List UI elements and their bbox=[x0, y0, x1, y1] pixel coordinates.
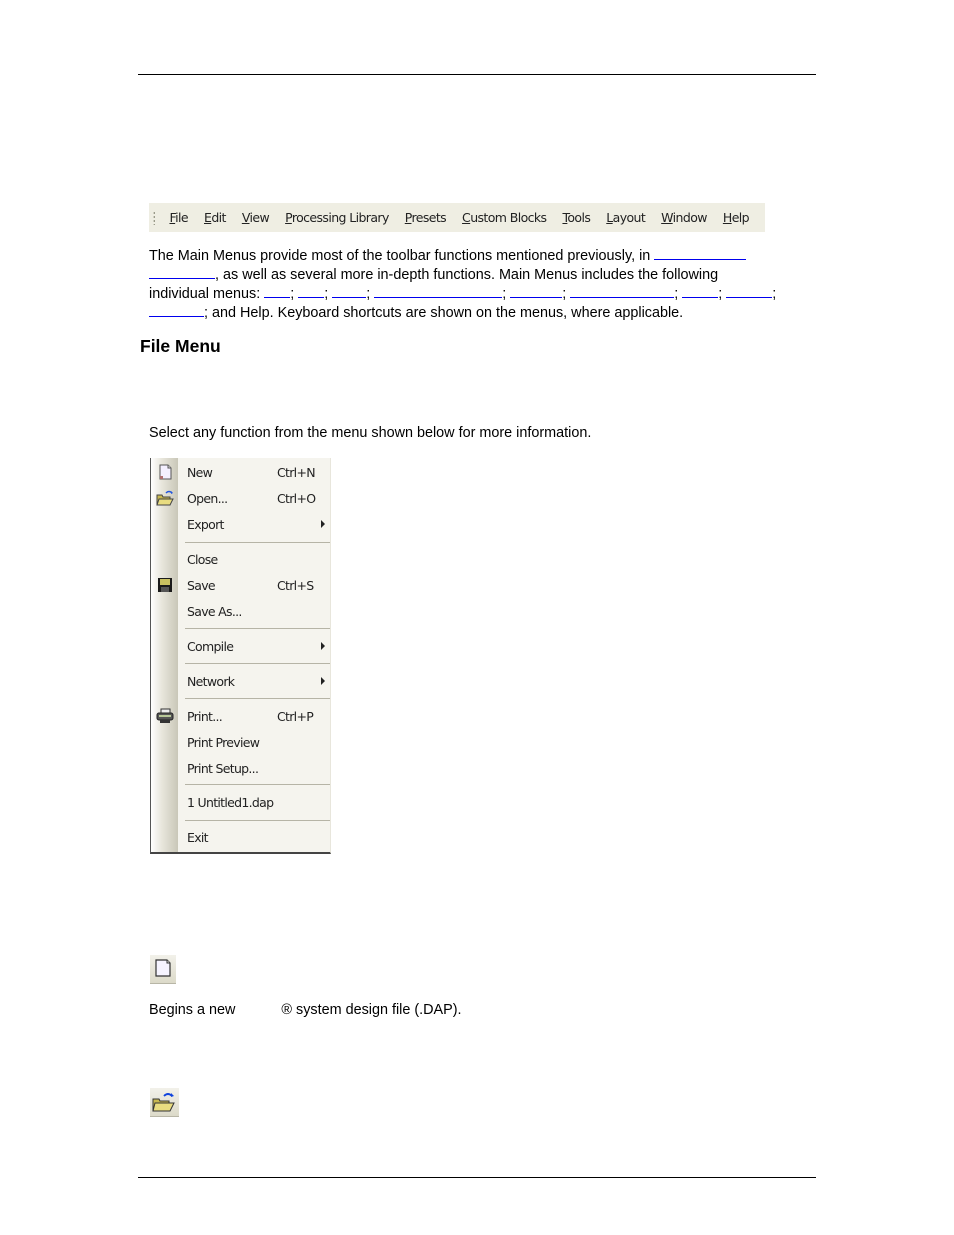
link-edit-menu[interactable] bbox=[298, 284, 325, 298]
open-folder-icon bbox=[152, 1093, 175, 1112]
new-document-icon bbox=[159, 464, 172, 480]
intro-text-1: The Main Menus provide most of the toolb… bbox=[149, 248, 655, 264]
menu-separator bbox=[185, 663, 330, 664]
menu-item-exit[interactable]: Exit bbox=[151, 826, 330, 848]
file-menu-image: New Ctrl+N Open... Ctrl+O Export Close S… bbox=[150, 458, 331, 854]
new-description-text: Begins a new bbox=[149, 1002, 236, 1018]
link-custom-blocks-menu[interactable] bbox=[570, 284, 675, 298]
separator: ; bbox=[366, 286, 371, 302]
menu-edit[interactable]: Edit bbox=[204, 210, 226, 225]
menu-separator bbox=[185, 698, 330, 699]
menu-item-label: Print Preview bbox=[187, 734, 260, 750]
menu-tools[interactable]: Tools bbox=[562, 210, 590, 225]
link-view-menu[interactable] bbox=[332, 284, 367, 298]
submenu-arrow-icon bbox=[321, 520, 325, 528]
menu-item-export[interactable]: Export bbox=[151, 513, 330, 535]
link-layout-menu[interactable] bbox=[726, 284, 773, 298]
open-folder-icon bbox=[156, 490, 174, 506]
menu-item-shortcut: Ctrl+O bbox=[277, 490, 316, 506]
menu-help[interactable]: Help bbox=[723, 210, 750, 225]
menu-item-compile[interactable]: Compile bbox=[151, 635, 330, 657]
menu-item-print[interactable]: Print... Ctrl+P bbox=[151, 705, 330, 727]
menu-file[interactable]: File bbox=[169, 210, 188, 225]
menu-presets[interactable]: Presets bbox=[405, 210, 447, 225]
new-toolbar-button bbox=[150, 955, 176, 984]
separator: ; bbox=[674, 286, 679, 302]
new-document-icon bbox=[155, 959, 171, 977]
intro-text-2: , as well as several more in-depth funct… bbox=[215, 267, 719, 283]
separator: ; bbox=[718, 286, 723, 302]
menu-item-label: Exit bbox=[187, 829, 209, 845]
menu-view[interactable]: View bbox=[242, 210, 270, 225]
menu-separator bbox=[185, 628, 330, 629]
menu-separator bbox=[185, 820, 330, 821]
menu-item-label: New bbox=[187, 464, 213, 480]
menu-item-shortcut: Ctrl+P bbox=[277, 708, 314, 724]
link-tools-menu[interactable] bbox=[682, 284, 719, 298]
link-window-menu[interactable] bbox=[149, 303, 204, 317]
printer-icon bbox=[156, 708, 174, 723]
menu-item-open[interactable]: Open... Ctrl+O bbox=[151, 487, 330, 509]
header-rule bbox=[138, 74, 816, 75]
link-processing-library-menu[interactable] bbox=[374, 284, 503, 298]
menu-item-label: Save As... bbox=[187, 603, 242, 619]
menu-window[interactable]: Window bbox=[661, 210, 707, 225]
menu-item-new[interactable]: New Ctrl+N bbox=[151, 461, 330, 483]
menu-item-shortcut: Ctrl+N bbox=[277, 464, 316, 480]
menu-processing-library[interactable]: Processing Library bbox=[285, 210, 389, 225]
file-menu-heading: File Menu bbox=[140, 336, 221, 356]
separator: ; bbox=[324, 286, 329, 302]
new-description: Begins a new ® system design file (.DAP). bbox=[149, 1001, 462, 1019]
separator: ; bbox=[562, 286, 567, 302]
menu-item-network[interactable]: Network bbox=[151, 670, 330, 692]
link-toolbars-cont[interactable] bbox=[149, 265, 215, 279]
menu-separator bbox=[185, 542, 330, 543]
intro-paragraph: The Main Menus provide most of the toolb… bbox=[149, 246, 809, 322]
submenu-arrow-icon bbox=[321, 642, 325, 650]
menu-item-label: Export bbox=[187, 516, 224, 532]
select-instruction: Select any function from the menu shown … bbox=[149, 425, 592, 441]
separator: ; bbox=[772, 286, 777, 302]
menu-item-label: Print Setup... bbox=[187, 760, 259, 776]
menu-item-label: Network bbox=[187, 673, 235, 689]
separator: ; bbox=[290, 286, 295, 302]
menu-item-print-preview[interactable]: Print Preview bbox=[151, 731, 330, 753]
menu-item-label: 1 Untitled1.dap bbox=[187, 794, 274, 810]
menu-item-save-as[interactable]: Save As... bbox=[151, 600, 330, 622]
menu-item-recent-file[interactable]: 1 Untitled1.dap bbox=[151, 791, 330, 813]
menu-item-label: Save bbox=[187, 577, 216, 593]
link-file-menu[interactable] bbox=[264, 284, 291, 298]
new-description-text-2: ® system design file (.DAP). bbox=[281, 1002, 462, 1018]
menu-separator bbox=[185, 784, 330, 785]
open-toolbar-button bbox=[150, 1088, 179, 1117]
submenu-arrow-icon bbox=[321, 677, 325, 685]
menu-item-print-setup[interactable]: Print Setup... bbox=[151, 757, 330, 779]
menu-custom-blocks[interactable]: Custom Blocks bbox=[462, 210, 547, 225]
menu-item-label: Compile bbox=[187, 638, 234, 654]
menu-item-label: Close bbox=[187, 551, 218, 567]
menu-item-label: Print... bbox=[187, 708, 223, 724]
menu-item-label: Open... bbox=[187, 490, 228, 506]
menu-item-shortcut: Ctrl+S bbox=[277, 577, 314, 593]
intro-text-3: individual menus: bbox=[149, 286, 265, 302]
main-menu-bar: File Edit View Processing Library Preset… bbox=[149, 203, 765, 232]
intro-text-4: ; and Help. Keyboard shortcuts are shown… bbox=[204, 305, 684, 321]
link-toolbars[interactable] bbox=[654, 246, 747, 260]
footer-rule bbox=[138, 1177, 816, 1178]
separator: ; bbox=[502, 286, 507, 302]
floppy-disk-icon bbox=[158, 578, 172, 592]
menu-layout[interactable]: Layout bbox=[606, 210, 646, 225]
toolbar-grip-handle[interactable] bbox=[153, 210, 156, 225]
menu-item-close[interactable]: Close bbox=[151, 548, 330, 570]
menu-item-save[interactable]: Save Ctrl+S bbox=[151, 574, 330, 596]
link-presets-menu[interactable] bbox=[510, 284, 563, 298]
